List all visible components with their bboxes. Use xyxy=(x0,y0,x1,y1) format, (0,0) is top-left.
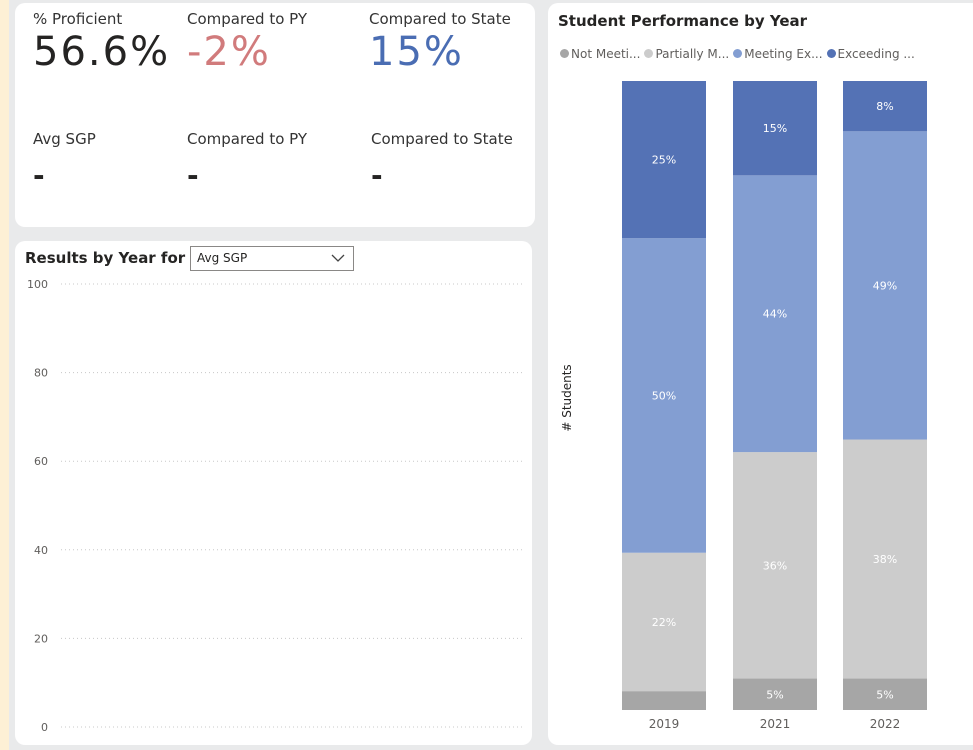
y-tick-label: 100 xyxy=(27,278,48,291)
kpi-compared-py: Compared to PY -2% xyxy=(187,10,307,72)
kpi-label: % Proficient xyxy=(33,10,123,28)
kpi-value: 56.6% xyxy=(33,29,171,75)
kpi-card: % Proficient 56.6% Compared to PY -2% Co… xyxy=(15,3,535,227)
stacked-bar-chart: # Students 22% 50% 25% 2019 5% 36% 44% 15% 2021 5%… xyxy=(560,81,927,731)
kpi-label: Avg SGP xyxy=(33,130,96,148)
bar-segment[interactable] xyxy=(622,691,706,710)
data-label: 50% xyxy=(652,390,676,403)
data-label: 36% xyxy=(763,559,787,572)
y-tick-label: 80 xyxy=(34,367,48,380)
y-tick-label: 40 xyxy=(34,544,48,557)
kpi-label: Compared to PY xyxy=(187,10,308,28)
kpi-value: -2% xyxy=(187,29,271,75)
x-tick-label: 2021 xyxy=(760,717,791,731)
student-performance-card: Student Performance by Year Not Meeti...… xyxy=(548,3,973,745)
kpi-value: - xyxy=(33,159,45,192)
results-by-year-card: Results by Year for Avg SGP 100 80 60 40 20 0 xyxy=(15,241,532,745)
kpi-value: 15% xyxy=(369,29,464,75)
kpi-label: Compared to State xyxy=(369,10,511,28)
kpi-avg-sgp: Avg SGP - xyxy=(33,130,96,190)
data-label: 8% xyxy=(876,100,893,113)
data-label: 25% xyxy=(652,154,676,167)
kpi-sgp-compared-state: Compared to State - xyxy=(371,130,513,190)
y-tick-label: 20 xyxy=(34,632,48,645)
kpi-value: - xyxy=(187,159,199,192)
kpi-value: - xyxy=(371,159,383,192)
kpi-compared-state: Compared to State 15% xyxy=(369,10,511,72)
x-tick-label: 2019 xyxy=(649,717,680,731)
kpi-sgp-compared-py: Compared to PY - xyxy=(187,130,307,190)
results-line-chart: 100 80 60 40 20 0 xyxy=(27,278,522,734)
kpi-proficient: % Proficient 56.6% xyxy=(33,10,170,72)
kpi-label: Compared to State xyxy=(371,130,513,148)
data-label: 15% xyxy=(763,122,787,135)
x-tick-label: 2022 xyxy=(870,717,901,731)
data-label: 22% xyxy=(652,616,676,629)
y-tick-label: 0 xyxy=(41,721,48,734)
kpi-label: Compared to PY xyxy=(187,130,308,148)
page-edge-strip xyxy=(0,0,9,750)
y-axis-label: # Students xyxy=(560,364,574,431)
data-label: 38% xyxy=(873,553,897,566)
data-label: 49% xyxy=(873,279,897,292)
data-label: 44% xyxy=(763,308,787,321)
data-label: 5% xyxy=(876,688,893,701)
y-tick-label: 60 xyxy=(34,455,48,468)
data-label: 5% xyxy=(766,688,783,701)
